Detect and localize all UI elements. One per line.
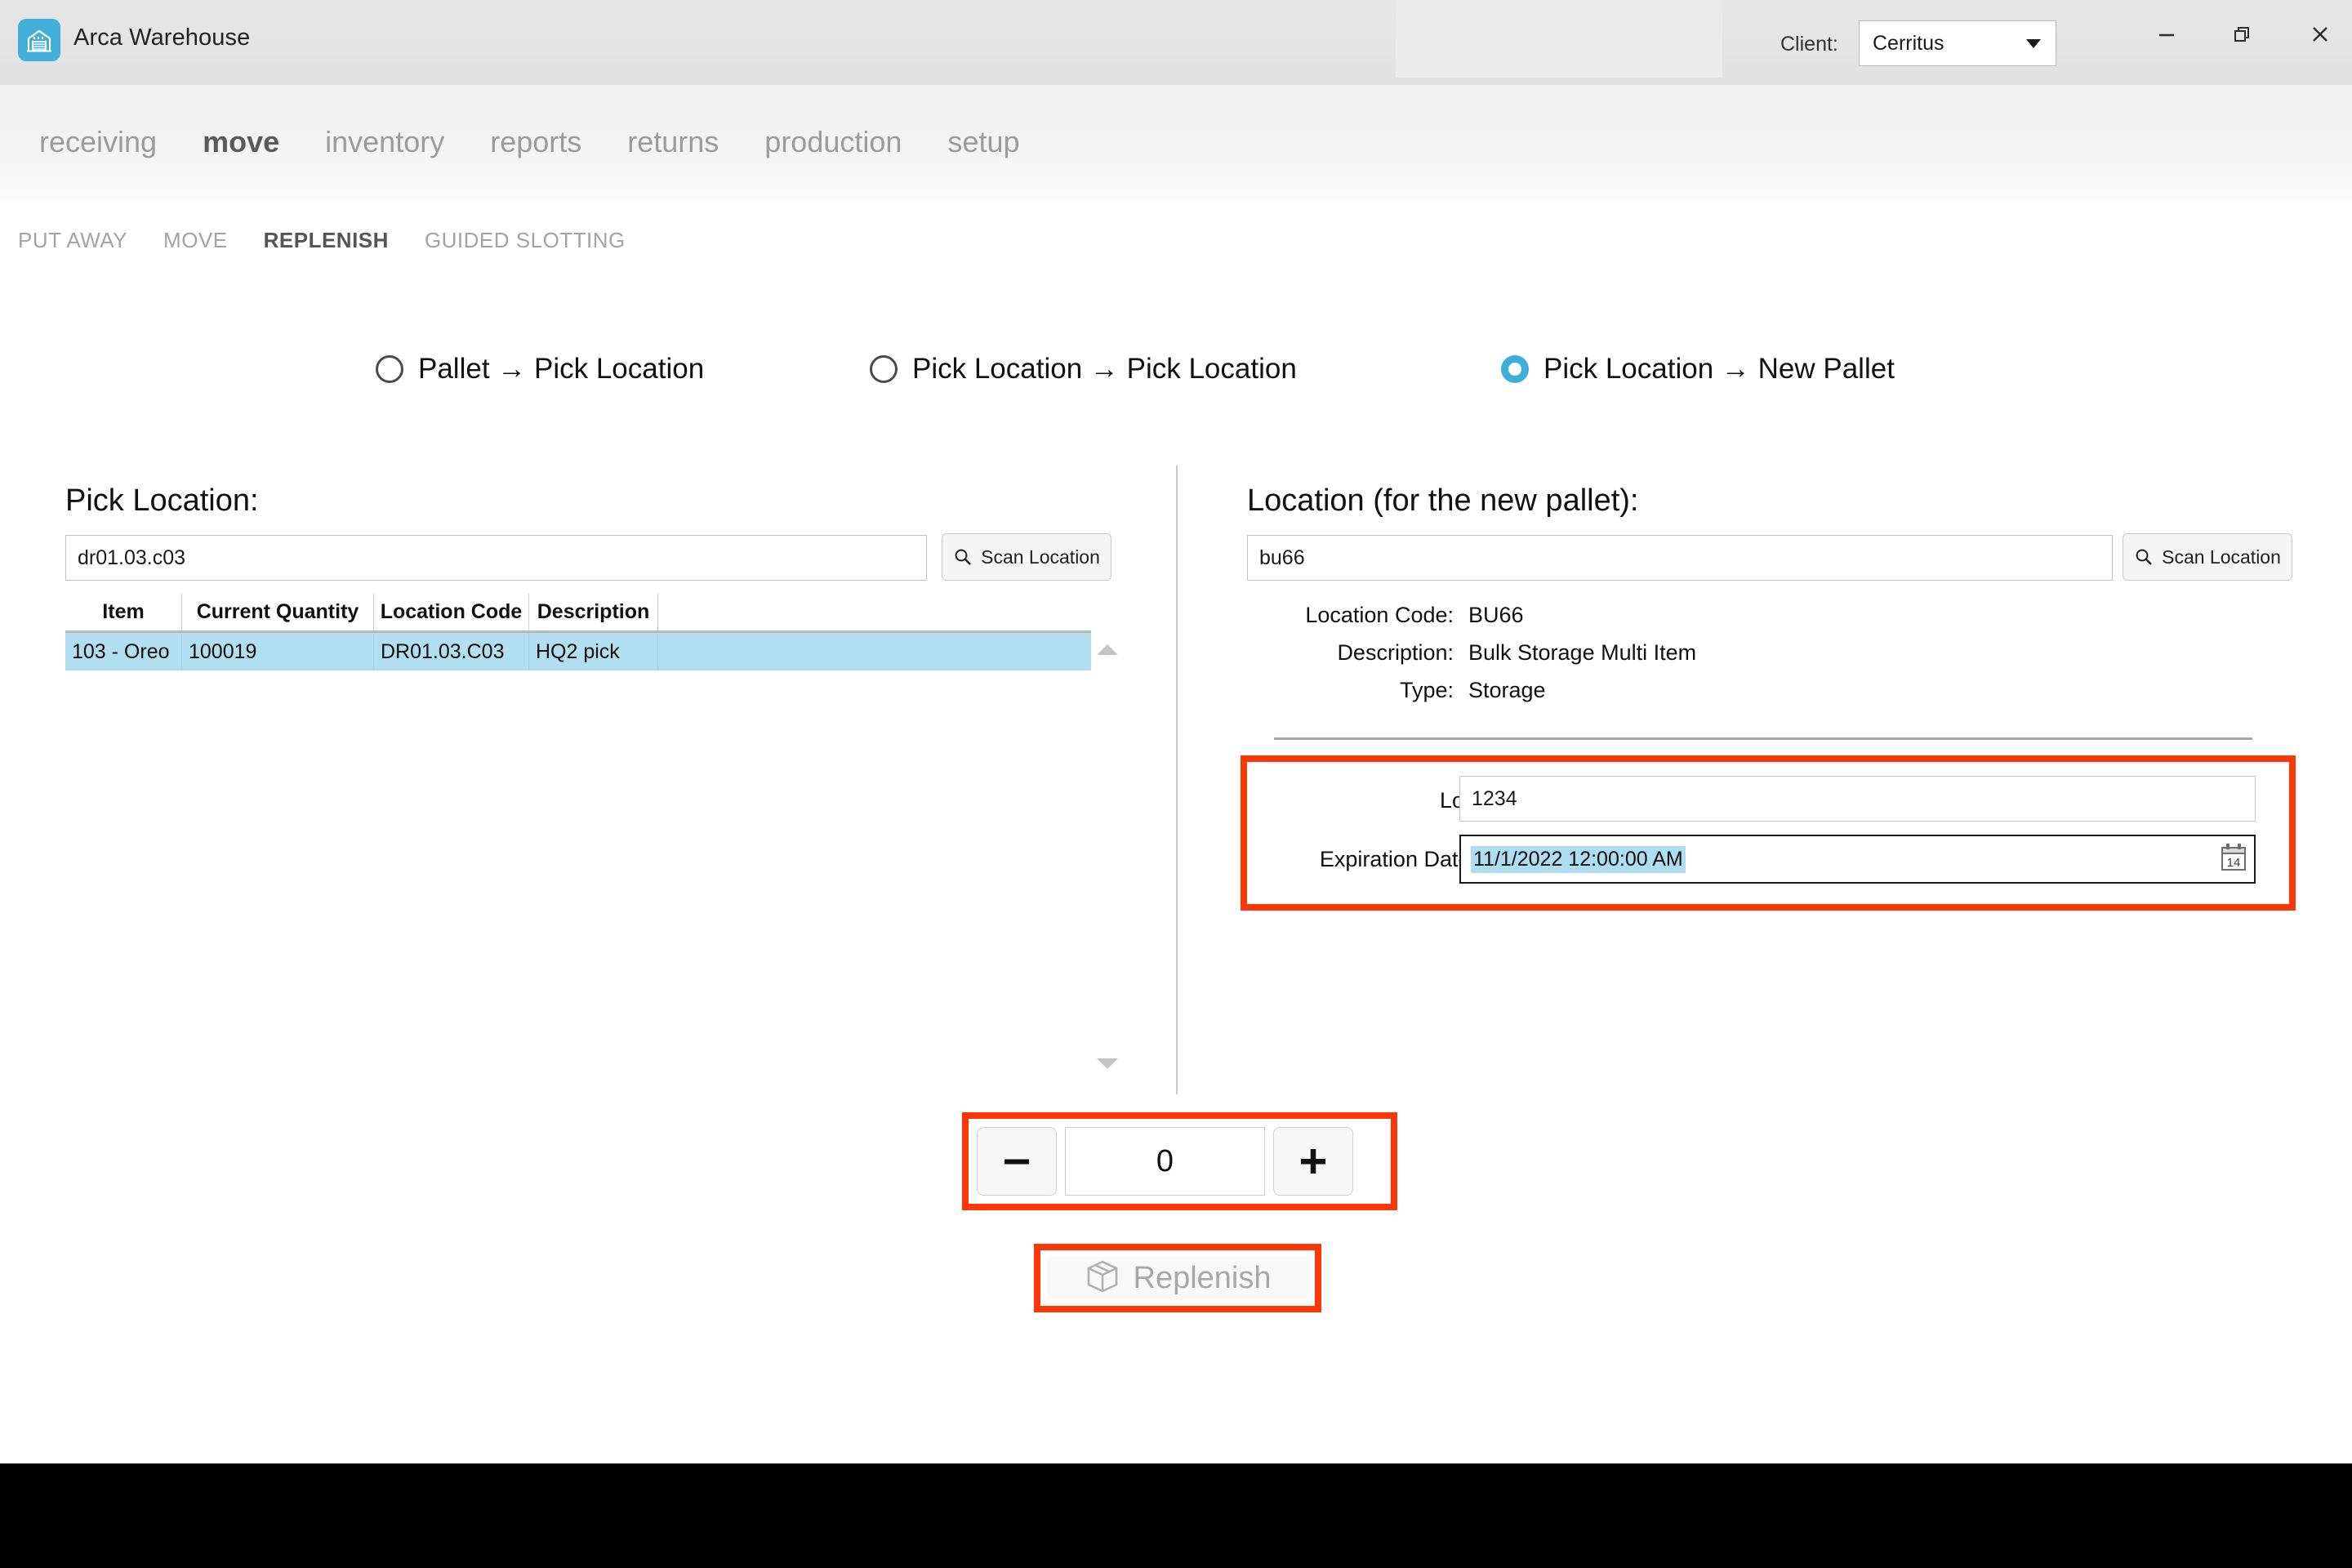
scroll-up-arrow-icon[interactable] xyxy=(1097,644,1118,655)
cell-item: 103 - Oreo xyxy=(65,633,182,670)
search-icon xyxy=(955,549,971,565)
replenish-button[interactable]: Replenish xyxy=(1047,1257,1308,1299)
nav-item-production[interactable]: production xyxy=(764,125,902,159)
sub-navigation: PUT AWAY MOVE REPLENISH GUIDED SLOTTING xyxy=(0,199,2352,281)
mode-radio-group: Pallet → Pick Location Pick Location → P… xyxy=(0,343,2352,415)
table-header-description: Description xyxy=(529,594,658,630)
pick-location-input[interactable]: dr01.03.c03 xyxy=(65,535,927,581)
table-header-item: Item xyxy=(65,594,182,630)
restore-icon[interactable] xyxy=(2213,11,2272,57)
nav-item-receiving[interactable]: receiving xyxy=(39,125,157,159)
tab-replenish[interactable]: REPLENISH xyxy=(264,228,389,253)
radio-label: Pick Location → New Pallet xyxy=(1544,353,1895,385)
detail-value: Bulk Storage Multi Item xyxy=(1468,640,1697,665)
new-pallet-location-input[interactable]: bu66 xyxy=(1247,535,2113,581)
title-bar: Arca Warehouse Client: Cerritus xyxy=(0,0,2352,85)
detail-value: BU66 xyxy=(1468,603,1524,627)
detail-label: Description: xyxy=(1337,640,1454,665)
tab-put-away[interactable]: PUT AWAY xyxy=(18,228,127,253)
calendar-icon[interactable]: 14 xyxy=(2220,843,2247,878)
radio-circle-icon xyxy=(870,355,898,383)
table-scrollbar[interactable] xyxy=(1094,594,1119,1092)
detail-label: Location Code: xyxy=(1305,603,1454,627)
nav-item-setup[interactable]: setup xyxy=(947,125,1019,159)
radio-label: Pallet → Pick Location xyxy=(418,353,705,385)
replenish-button-label: Replenish xyxy=(1133,1260,1272,1295)
pick-location-heading: Pick Location: xyxy=(65,483,259,518)
table-header-blank xyxy=(658,594,1091,630)
pick-location-table: Item Current Quantity Location Code Desc… xyxy=(65,594,1091,670)
panel-divider xyxy=(1176,466,1178,1094)
tab-guided-slotting[interactable]: GUIDED SLOTTING xyxy=(425,228,626,253)
section-divider xyxy=(1274,737,2252,740)
scan-location-label: Scan Location xyxy=(981,546,1100,568)
chevron-down-icon xyxy=(2026,38,2041,48)
detail-label: Type: xyxy=(1399,678,1454,702)
expiration-date-label: Expiration Date: xyxy=(1319,847,1477,871)
scan-location-button-right[interactable]: Scan Location xyxy=(2123,533,2292,581)
decrement-button[interactable] xyxy=(977,1127,1057,1196)
app-window: Arca Warehouse Client: Cerritus receivin… xyxy=(0,0,2352,1568)
client-dropdown-value: Cerritus xyxy=(1873,31,1944,55)
cell-description: HQ2 pick xyxy=(529,633,658,670)
radio-pick-location-to-new-pallet[interactable]: Pick Location → New Pallet xyxy=(1501,353,1895,385)
minimize-icon[interactable] xyxy=(2137,11,2196,57)
nav-item-move[interactable]: move xyxy=(203,125,279,159)
cell-location-code: DR01.03.C03 xyxy=(374,633,529,670)
table-header-location-code: Location Code xyxy=(374,594,529,630)
client-dropdown[interactable]: Cerritus xyxy=(1859,20,2056,66)
nav-item-reports[interactable]: reports xyxy=(490,125,581,159)
lot-input[interactable]: 1234 xyxy=(1459,776,2256,822)
expiration-date-input[interactable]: 11/1/2022 12:00:00 AM 14 xyxy=(1459,835,2256,884)
nav-item-returns[interactable]: returns xyxy=(627,125,719,159)
main-navigation: receiving move inventory reports returns… xyxy=(0,85,2352,199)
expiration-date-value: 11/1/2022 12:00:00 AM xyxy=(1471,845,1686,873)
warehouse-icon xyxy=(18,19,60,61)
radio-label: Pick Location → Pick Location xyxy=(912,353,1297,385)
detail-value: Storage xyxy=(1468,678,1546,702)
radio-circle-icon xyxy=(376,355,403,383)
detail-description: Description: Bulk Storage Multi Item xyxy=(1274,640,1696,666)
radio-circle-selected-icon xyxy=(1501,355,1529,383)
title-bar-panel xyxy=(1396,0,1722,78)
app-title: Arca Warehouse xyxy=(74,24,251,51)
increment-button[interactable] xyxy=(1273,1127,1353,1196)
quantity-value[interactable]: 0 xyxy=(1065,1127,1265,1196)
search-icon xyxy=(2136,549,2152,565)
client-label: Client: xyxy=(1780,33,1838,56)
table-header-row: Item Current Quantity Location Code Desc… xyxy=(65,594,1091,633)
new-pallet-location-heading: Location (for the new pallet): xyxy=(1247,483,1639,518)
radio-pick-location-to-pick-location[interactable]: Pick Location → Pick Location xyxy=(870,353,1297,385)
calendar-day-number: 14 xyxy=(2227,856,2241,870)
scan-location-button-left[interactable]: Scan Location xyxy=(942,533,1111,581)
lot-label: Lot: xyxy=(1439,788,1477,813)
nav-item-inventory[interactable]: inventory xyxy=(325,125,444,159)
scroll-down-arrow-icon[interactable] xyxy=(1097,1058,1118,1069)
radio-pallet-to-pick-location[interactable]: Pallet → Pick Location xyxy=(376,353,704,385)
table-header-current-quantity: Current Quantity xyxy=(182,594,374,630)
tab-move[interactable]: MOVE xyxy=(163,228,228,253)
box-icon xyxy=(1085,1258,1120,1298)
detail-location-code: Location Code: BU66 xyxy=(1274,603,1524,628)
table-row[interactable]: 103 - Oreo 100019 DR01.03.C03 HQ2 pick xyxy=(65,633,1091,670)
quantity-stepper: 0 xyxy=(977,1127,1353,1196)
close-icon[interactable] xyxy=(2291,11,2350,57)
cell-current-quantity: 100019 xyxy=(182,633,374,670)
bottom-bar xyxy=(0,1463,2352,1568)
cell-blank xyxy=(658,633,1091,670)
scan-location-label: Scan Location xyxy=(2162,546,2281,568)
detail-type: Type: Storage xyxy=(1274,678,1546,703)
